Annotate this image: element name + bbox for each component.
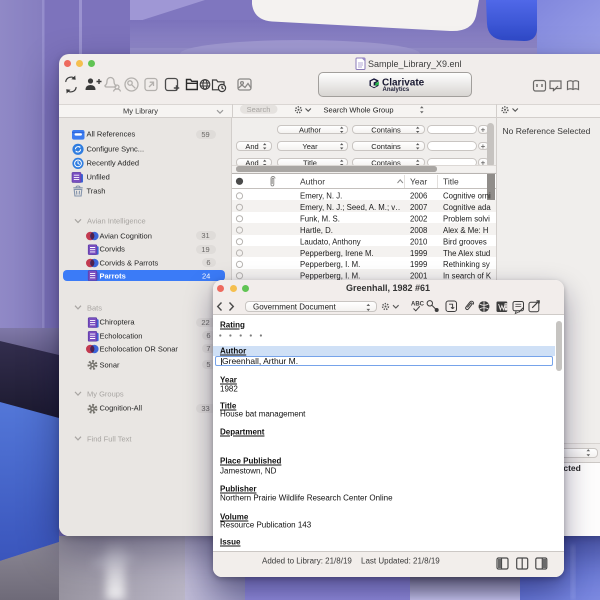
svg-text:ABC: ABC — [411, 302, 425, 308]
svg-text:Search Whole Group: Search Whole Group — [324, 105, 394, 114]
svg-text:Emery, N. J.: Emery, N. J. — [300, 192, 342, 201]
svg-text:+: + — [481, 142, 486, 151]
svg-text:Contains: Contains — [371, 125, 401, 134]
svg-text:Cognitive orni: Cognitive orni — [443, 192, 491, 201]
svg-text:Title: Title — [443, 176, 459, 186]
svg-text:Funk, M. S.: Funk, M. S. — [300, 215, 340, 224]
svg-text:Pepperberg, Irene M.: Pepperberg, Irene M. — [300, 249, 374, 258]
svg-text:2010: 2010 — [410, 238, 428, 247]
svg-text:Hartle, D.: Hartle, D. — [300, 226, 333, 235]
svg-text:Emery, N. J.; Seed, A. M.; v…: Emery, N. J.; Seed, A. M.; v… — [300, 203, 403, 212]
svg-text:+: + — [481, 125, 486, 134]
svg-text:Pepperberg, I. M.: Pepperberg, I. M. — [300, 260, 360, 269]
svg-text:1999: 1999 — [410, 260, 427, 269]
svg-text:Bird grooves: Bird grooves — [443, 238, 487, 247]
svg-text:Search: Search — [247, 105, 271, 114]
svg-text:The Alex stud: The Alex stud — [443, 249, 490, 258]
svg-text:1999: 1999 — [410, 249, 427, 258]
svg-text:2002: 2002 — [410, 215, 427, 224]
svg-text:Author: Author — [300, 176, 325, 186]
svg-text:Year: Year — [410, 176, 427, 186]
svg-text:And: And — [245, 141, 258, 150]
svg-text:Contains: Contains — [371, 141, 401, 150]
svg-text:Problem solvi: Problem solvi — [443, 215, 490, 224]
svg-text:Laudato, Anthony: Laudato, Anthony — [300, 238, 361, 247]
svg-text:Rethinking sy: Rethinking sy — [443, 260, 490, 269]
svg-text:Alex & Me: H: Alex & Me: H — [443, 226, 489, 235]
svg-text:2008: 2008 — [410, 226, 427, 235]
svg-text:Year: Year — [302, 141, 318, 150]
svg-text:2007: 2007 — [410, 203, 427, 212]
svg-text:2006: 2006 — [410, 192, 427, 201]
svg-text:Author: Author — [299, 125, 322, 134]
svg-text:Cognitive ada: Cognitive ada — [443, 203, 491, 212]
